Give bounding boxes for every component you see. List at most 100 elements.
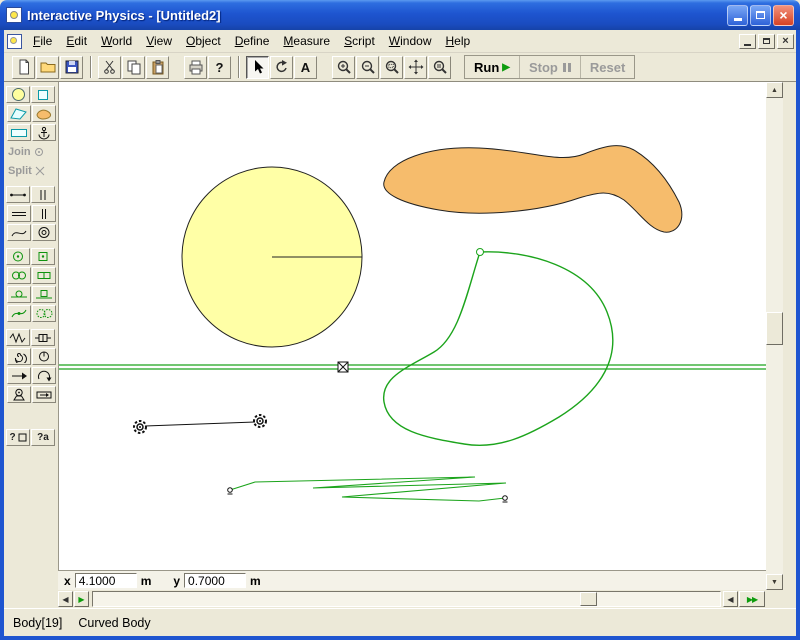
curve-start-point[interactable] xyxy=(477,249,484,256)
status-selection: Body[19] xyxy=(13,616,62,630)
curved-body-outline[interactable] xyxy=(384,252,613,446)
curved-slot-joint-tool[interactable] xyxy=(7,305,31,322)
help-button[interactable]: ? xyxy=(208,56,231,79)
menu-measure[interactable]: Measure xyxy=(276,31,337,51)
split-button[interactable]: Split xyxy=(6,163,56,178)
minimize-button[interactable] xyxy=(727,5,748,26)
new-file-button[interactable] xyxy=(12,56,35,79)
polygon-body-icon xyxy=(10,108,28,120)
force-tool[interactable] xyxy=(7,367,31,384)
menu-view[interactable]: View xyxy=(139,31,179,51)
menu-script[interactable]: Script xyxy=(337,31,382,51)
meter-tool[interactable]: ? xyxy=(6,429,30,446)
rotational-spring-icon xyxy=(10,350,28,363)
actuator-tool[interactable] xyxy=(32,386,56,403)
torque-tool[interactable] xyxy=(32,367,56,384)
zoom-page-button[interactable] xyxy=(428,56,451,79)
y-unit-label: m xyxy=(250,574,261,588)
menu-window[interactable]: Window xyxy=(382,31,439,51)
tape-slider-thumb[interactable] xyxy=(580,592,597,606)
rigid-joint-tool[interactable] xyxy=(32,267,56,284)
rotational-spring-tool[interactable] xyxy=(7,348,31,365)
circle-body-tool[interactable] xyxy=(6,86,30,103)
tape-slider-track[interactable] xyxy=(92,591,721,607)
linkage-left-endpoint[interactable] xyxy=(228,488,233,494)
damper-tool[interactable] xyxy=(31,329,55,346)
pan-tool-button[interactable] xyxy=(404,56,427,79)
fast-forward-icon: ▶▶ xyxy=(747,595,757,604)
gear-joint-tool[interactable] xyxy=(32,305,56,322)
text-meter-label: ?a xyxy=(37,432,49,443)
point-joint-tool[interactable] xyxy=(6,248,30,265)
menu-edit[interactable]: Edit xyxy=(59,31,94,51)
save-button[interactable] xyxy=(60,56,83,79)
zoom-box-button[interactable] xyxy=(380,56,403,79)
gear-linkage[interactable] xyxy=(134,415,266,433)
left-gear[interactable] xyxy=(134,421,146,433)
tape-play-button[interactable]: ▶ xyxy=(74,591,89,607)
scroll-up-button[interactable]: ▲ xyxy=(766,82,783,98)
arrow-tool-button[interactable] xyxy=(246,56,269,79)
menu-file[interactable]: File xyxy=(26,31,59,51)
keyed-slot-joint-tool[interactable] xyxy=(32,286,56,303)
close-button[interactable]: × xyxy=(773,5,794,26)
vertical-scroll-thumb[interactable] xyxy=(766,312,783,345)
rope-tool[interactable] xyxy=(31,186,55,203)
polygon-body-tool[interactable] xyxy=(7,105,31,122)
horizontal-slot-tool[interactable] xyxy=(7,205,31,222)
copy-button[interactable] xyxy=(122,56,145,79)
tape-rewind-button[interactable]: ◀ xyxy=(723,591,738,607)
reset-button[interactable]: Reset xyxy=(580,56,634,78)
simulation-canvas[interactable] xyxy=(58,82,766,570)
square-body-tool[interactable] xyxy=(31,86,55,103)
child-minimize-button[interactable] xyxy=(739,34,756,49)
square-point-joint-tool[interactable] xyxy=(31,248,55,265)
y-coordinate-field[interactable]: 0.7000 xyxy=(184,573,246,588)
child-restore-button[interactable] xyxy=(758,34,775,49)
spring-tool[interactable] xyxy=(6,329,30,346)
curved-blob-body[interactable] xyxy=(384,146,682,233)
x-coordinate-field[interactable]: 4.1000 xyxy=(75,573,137,588)
stop-button[interactable]: Stop xyxy=(519,56,580,78)
vertical-scroll-track[interactable] xyxy=(766,98,783,574)
run-button[interactable]: Run ▶ xyxy=(465,56,519,78)
slot-joint-element[interactable] xyxy=(338,362,348,372)
pin-joint-tool[interactable] xyxy=(7,267,31,284)
menu-bar: File Edit World View Object Define Measu… xyxy=(4,30,796,53)
text-tool-button[interactable]: A xyxy=(294,56,317,79)
rotate-tool-button[interactable] xyxy=(270,56,293,79)
rotational-damper-tool[interactable] xyxy=(32,348,56,365)
menu-world[interactable]: World xyxy=(94,31,139,51)
slot-joint-tool[interactable] xyxy=(7,286,31,303)
text-meter-tool[interactable]: ?a xyxy=(31,429,55,446)
zoom-out-button[interactable] xyxy=(356,56,379,79)
curved-slot-tool[interactable] xyxy=(7,224,31,241)
curved-body-tool[interactable] xyxy=(32,105,56,122)
pulley-tool[interactable] xyxy=(32,224,56,241)
document-icon[interactable] xyxy=(7,34,22,49)
menu-object[interactable]: Object xyxy=(179,31,228,51)
zoom-in-button[interactable] xyxy=(332,56,355,79)
vertical-slot-tool[interactable] xyxy=(32,205,56,222)
tape-fast-forward-button[interactable]: ▶▶ xyxy=(739,591,765,607)
open-file-button[interactable] xyxy=(36,56,59,79)
print-button[interactable] xyxy=(184,56,207,79)
scroll-down-button[interactable]: ▼ xyxy=(766,574,783,590)
join-button[interactable]: Join xyxy=(6,144,56,159)
right-gear[interactable] xyxy=(254,415,266,427)
rectangle-body-tool[interactable] xyxy=(7,124,31,141)
tape-step-back-button[interactable]: ◀ xyxy=(58,591,73,607)
rod-tool[interactable] xyxy=(6,186,30,203)
anchor-tool[interactable] xyxy=(32,124,56,141)
menu-define[interactable]: Define xyxy=(228,31,277,51)
pulley-icon xyxy=(35,226,53,239)
vertical-scrollbar[interactable]: ▲ ▼ xyxy=(766,82,783,590)
menu-help[interactable]: Help xyxy=(438,31,477,51)
cut-button[interactable] xyxy=(98,56,121,79)
paste-button[interactable] xyxy=(146,56,169,79)
polygon-linkage[interactable] xyxy=(228,477,508,502)
linkage-right-endpoint[interactable] xyxy=(503,496,508,502)
maximize-button[interactable] xyxy=(750,5,771,26)
child-close-button[interactable]: × xyxy=(777,34,794,49)
motor-tool[interactable] xyxy=(7,386,31,403)
